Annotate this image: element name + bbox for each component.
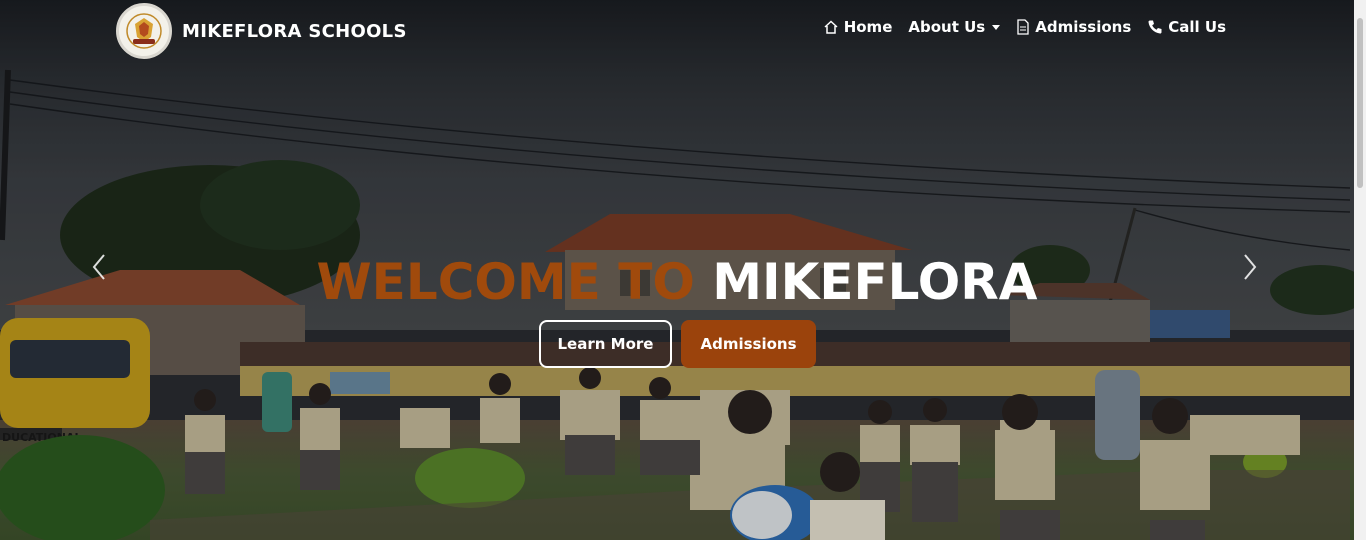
nav-home[interactable]: Home (823, 18, 893, 36)
nav-home-label: Home (843, 18, 893, 36)
nav-call-label: Call Us (1168, 18, 1226, 36)
nav-about-label: About Us (908, 18, 986, 36)
nav-admissions[interactable]: Admissions (1016, 18, 1131, 36)
phone-icon (1147, 19, 1163, 35)
main-nav: Home About Us Admissions Call Us (807, 18, 1226, 36)
headline-school-name: MIKEFLORA (712, 253, 1038, 311)
hero-headline: WELCOME TO MIKEFLORA (0, 252, 1354, 312)
admissions-button[interactable]: Admissions (681, 320, 816, 368)
top-navbar: MIKEFLORA SCHOOLS Home About Us Admissio… (0, 0, 1354, 62)
nav-call[interactable]: Call Us (1147, 18, 1226, 36)
crest-icon (126, 13, 162, 49)
page-scrollbar[interactable] (1354, 0, 1366, 540)
home-icon (823, 19, 839, 35)
nav-admissions-label: Admissions (1035, 18, 1132, 36)
brand-name: MIKEFLORA SCHOOLS (182, 20, 407, 42)
document-icon (1016, 19, 1030, 35)
school-logo (116, 3, 172, 59)
brand[interactable]: MIKEFLORA SCHOOLS (116, 0, 407, 62)
learn-more-button[interactable]: Learn More (538, 320, 673, 368)
nav-about-dropdown[interactable]: About Us (908, 18, 1001, 36)
chevron-down-icon (992, 24, 1001, 30)
hero-buttons: Learn More Admissions (0, 320, 1354, 368)
scrollbar-thumb[interactable] (1357, 18, 1363, 188)
hero-carousel: DUCATIONAL WELCOME TO MIKEFLORA Learn Mo… (0, 0, 1366, 540)
headline-welcome-text: WELCOME TO (316, 253, 695, 311)
